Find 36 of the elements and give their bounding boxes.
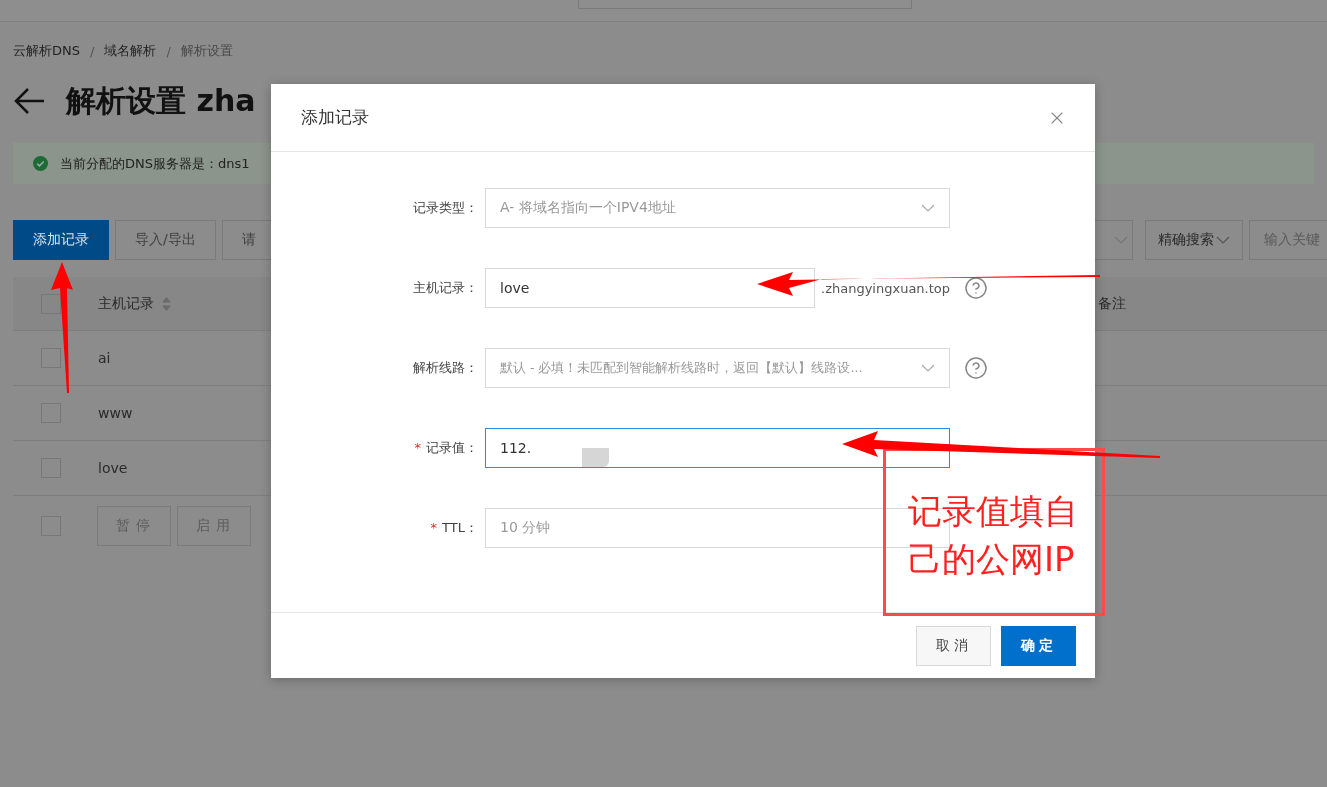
domain-suffix: .zhangyingxuan.top xyxy=(821,280,951,296)
table-cell: ai xyxy=(98,350,111,366)
back-arrow-icon[interactable] xyxy=(14,87,46,115)
toolbar-button[interactable]: 添加记录 xyxy=(13,220,109,260)
field-label: * TTL： xyxy=(429,519,479,537)
confirm-button[interactable]: 确定 xyxy=(1001,625,1076,666)
table-cell: www xyxy=(98,405,133,421)
breadcrumb-link[interactable]: 云解析DNS xyxy=(13,42,80,60)
help-icon[interactable] xyxy=(964,356,988,380)
table-cell: love xyxy=(98,460,128,476)
column-header: 备注 xyxy=(1098,294,1126,313)
field-label: * 记录值： xyxy=(413,439,479,457)
page-title: 解析设置 zha xyxy=(66,81,256,120)
breadcrumb-link[interactable]: 解析设置 xyxy=(180,42,233,60)
input-field[interactable]: 112. xyxy=(485,428,950,468)
redaction-patch xyxy=(582,448,609,467)
search-mode-dropdown[interactable]: 精确搜索 xyxy=(1145,220,1243,260)
dialog-title: 添加记录 xyxy=(301,106,369,129)
cancel-button[interactable]: 取消 xyxy=(916,625,991,666)
alert-text: 当前分配的DNS服务器是：dns1 xyxy=(60,154,250,173)
select-field[interactable]: 默认 - 必填！未匹配到智能解析线路时，返回【默认】线路设... xyxy=(485,348,950,388)
input-field[interactable]: love xyxy=(485,268,815,308)
chevron-down-icon xyxy=(1216,235,1230,245)
breadcrumb-separator: / xyxy=(90,43,95,59)
breadcrumb-link[interactable]: 域名解析 xyxy=(104,42,157,60)
field-label: 主机记录： xyxy=(412,279,479,297)
column-header: 主机记录 xyxy=(98,294,154,313)
toolbar-button[interactable]: 导入/导出 xyxy=(115,220,216,260)
checkbox[interactable] xyxy=(41,293,61,314)
field-label: 记录类型： xyxy=(412,199,479,217)
help-icon[interactable] xyxy=(964,276,988,300)
breadcrumb-separator: / xyxy=(166,43,171,59)
field-label: 解析线路： xyxy=(412,359,479,377)
select-field[interactable]: A- 将域名指向一个IPV4地址 xyxy=(485,188,950,228)
sort-icon[interactable] xyxy=(162,296,171,311)
check-circle-icon xyxy=(33,156,48,171)
